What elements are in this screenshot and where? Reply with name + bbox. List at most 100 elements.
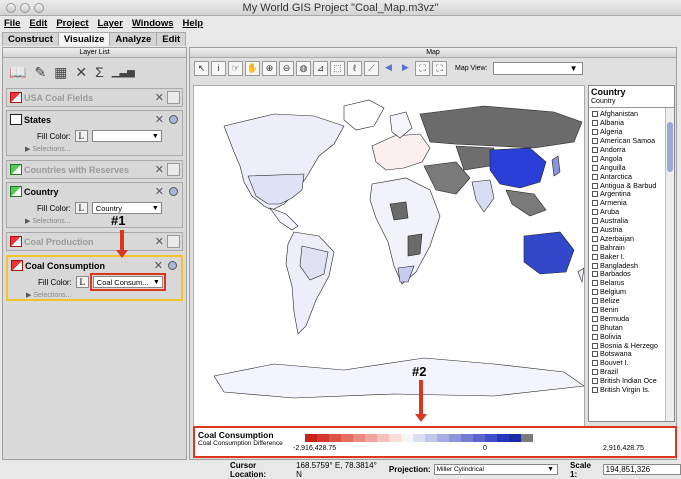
fill-color-select[interactable]: Country bbox=[91, 202, 162, 214]
country-list-scrollbar[interactable] bbox=[665, 108, 674, 421]
menu-project[interactable]: Project bbox=[56, 17, 88, 31]
fill-color-select[interactable] bbox=[91, 130, 162, 142]
country-checkbox[interactable] bbox=[592, 155, 598, 162]
country-checkbox[interactable] bbox=[592, 351, 598, 358]
visibility-checkbox[interactable] bbox=[167, 235, 180, 248]
menu-layer[interactable]: Layer bbox=[98, 17, 123, 31]
country-list-item[interactable]: Belize bbox=[592, 297, 664, 306]
country-checkbox[interactable] bbox=[592, 173, 598, 180]
country-list-item[interactable]: Bahrain bbox=[592, 243, 664, 252]
country-list-item[interactable]: Barbados bbox=[592, 270, 664, 279]
select-tool-icon[interactable]: ☞ bbox=[228, 60, 243, 76]
country-checkbox[interactable] bbox=[592, 164, 598, 171]
country-list-item[interactable]: Bolivia bbox=[592, 332, 664, 341]
visible-eye-icon[interactable] bbox=[169, 187, 178, 196]
edit-layer-icon[interactable]: ✎ bbox=[34, 64, 46, 81]
menu-windows[interactable]: Windows bbox=[132, 17, 174, 31]
menu-help[interactable]: Help bbox=[183, 17, 204, 31]
rect-select-icon[interactable]: ⬚ bbox=[330, 60, 345, 76]
map-view-select[interactable] bbox=[492, 61, 583, 75]
country-list-item[interactable]: Andorra bbox=[592, 146, 664, 155]
country-checkbox[interactable] bbox=[592, 147, 598, 153]
country-checkbox[interactable] bbox=[592, 315, 598, 322]
country-list-item[interactable]: Armenia bbox=[592, 199, 664, 208]
country-checkbox[interactable] bbox=[592, 138, 598, 145]
country-checkbox[interactable] bbox=[592, 324, 598, 331]
country-list-item[interactable]: Baker I. bbox=[592, 252, 664, 261]
country-checkbox[interactable] bbox=[592, 262, 598, 269]
country-list-item[interactable]: Argentina bbox=[592, 190, 664, 199]
zoom-layer-icon[interactable]: ⛶ bbox=[432, 60, 447, 76]
legend-button[interactable]: L bbox=[75, 276, 89, 288]
country-list[interactable]: Country Country Afghanistan Albania Algeria… bbox=[588, 85, 675, 422]
country-list-item[interactable]: Austria bbox=[592, 226, 664, 235]
country-checkbox[interactable] bbox=[592, 111, 598, 118]
country-checkbox[interactable] bbox=[592, 253, 598, 260]
remove-layer-icon[interactable]: ✕ bbox=[155, 113, 164, 126]
country-list-item[interactable]: Belgium bbox=[592, 288, 664, 297]
country-checkbox[interactable] bbox=[592, 289, 598, 296]
remove-layer-icon[interactable]: ✕ bbox=[154, 259, 163, 272]
layer-country[interactable]: Country ✕ Fill Color:LCountry ▶ Selectio… bbox=[6, 182, 183, 228]
lasso-tool-icon[interactable]: ℓ bbox=[347, 60, 362, 76]
country-list-item[interactable]: Angola bbox=[592, 154, 664, 163]
country-list-item[interactable]: Afghanistan bbox=[592, 110, 664, 119]
menu-file[interactable]: File bbox=[4, 17, 20, 31]
country-checkbox[interactable] bbox=[592, 244, 598, 251]
country-checkbox[interactable] bbox=[592, 387, 598, 394]
polyline-tool-icon[interactable]: ⟋ bbox=[364, 60, 379, 76]
country-list-item[interactable]: Bhutan bbox=[592, 323, 664, 332]
country-list-item[interactable]: Bosnia & Herzego bbox=[592, 341, 664, 350]
visibility-checkbox[interactable] bbox=[167, 91, 180, 104]
back-arrow-icon[interactable]: ◀ bbox=[381, 61, 396, 76]
remove-layer-icon[interactable]: ✕ bbox=[155, 163, 164, 176]
bar-chart-icon[interactable]: ▁▃▅ bbox=[112, 67, 135, 78]
country-checkbox[interactable] bbox=[592, 209, 598, 216]
tab-edit[interactable]: Edit bbox=[156, 32, 187, 46]
sum-icon[interactable]: Σ bbox=[95, 64, 104, 80]
measure-tool-icon[interactable]: ⊿ bbox=[313, 60, 328, 76]
visibility-checkbox[interactable] bbox=[167, 163, 180, 176]
country-list-item[interactable]: Bouvet I. bbox=[592, 359, 664, 368]
info-tool-icon[interactable]: i bbox=[211, 60, 226, 76]
forward-arrow-icon[interactable]: ▶ bbox=[398, 61, 413, 76]
minimize-window-button[interactable] bbox=[20, 3, 30, 13]
world-map[interactable] bbox=[193, 85, 585, 433]
country-checkbox[interactable] bbox=[592, 227, 598, 234]
country-list-item[interactable]: British Virgin Is. bbox=[592, 386, 664, 395]
country-checkbox[interactable] bbox=[592, 342, 598, 349]
legend-button[interactable]: L bbox=[74, 202, 88, 214]
zoom-window-button[interactable] bbox=[34, 3, 44, 13]
layer-coal-consumption[interactable]: Coal Consumption ✕ Fill Color: L Coal Cons… bbox=[6, 255, 183, 301]
visible-eye-icon[interactable] bbox=[169, 115, 178, 124]
country-checkbox[interactable] bbox=[592, 298, 598, 305]
country-list-item[interactable]: Brazil bbox=[592, 368, 664, 377]
visible-eye-icon[interactable] bbox=[168, 261, 177, 270]
country-checkbox[interactable] bbox=[592, 280, 598, 287]
country-list-item[interactable]: Azerbaijan bbox=[592, 234, 664, 243]
country-list-item[interactable]: Bermuda bbox=[592, 314, 664, 323]
country-list-item[interactable]: Benin bbox=[592, 306, 664, 315]
scale-input[interactable]: 194,851,326 bbox=[602, 464, 681, 475]
table-icon[interactable]: ▦ bbox=[54, 64, 67, 81]
fill-color-select[interactable]: Coal Consum... bbox=[89, 273, 166, 291]
pointer-tool-icon[interactable]: ↖ bbox=[194, 60, 209, 76]
pan-tool-icon[interactable]: ✋ bbox=[245, 60, 260, 76]
country-checkbox[interactable] bbox=[592, 378, 598, 385]
close-window-button[interactable] bbox=[6, 3, 16, 13]
country-list-item[interactable]: American Samoa bbox=[592, 137, 664, 146]
country-checkbox[interactable] bbox=[592, 307, 598, 314]
country-list-item[interactable]: Albania bbox=[592, 119, 664, 128]
tab-analyze[interactable]: Analyze bbox=[109, 32, 158, 46]
country-checkbox[interactable] bbox=[592, 200, 598, 207]
country-checkbox[interactable] bbox=[592, 333, 598, 340]
country-list-item[interactable]: Aruba bbox=[592, 208, 664, 217]
country-checkbox[interactable] bbox=[592, 218, 598, 225]
country-checkbox[interactable] bbox=[592, 191, 598, 198]
country-checkbox[interactable] bbox=[592, 369, 598, 376]
delete-icon[interactable]: ✕ bbox=[75, 64, 87, 81]
selections-link[interactable]: Selections... bbox=[33, 292, 71, 299]
country-list-item[interactable]: British Indian Oce bbox=[592, 377, 664, 386]
country-checkbox[interactable] bbox=[592, 129, 598, 136]
zoom-extent-icon[interactable]: ⛶ bbox=[415, 60, 430, 76]
